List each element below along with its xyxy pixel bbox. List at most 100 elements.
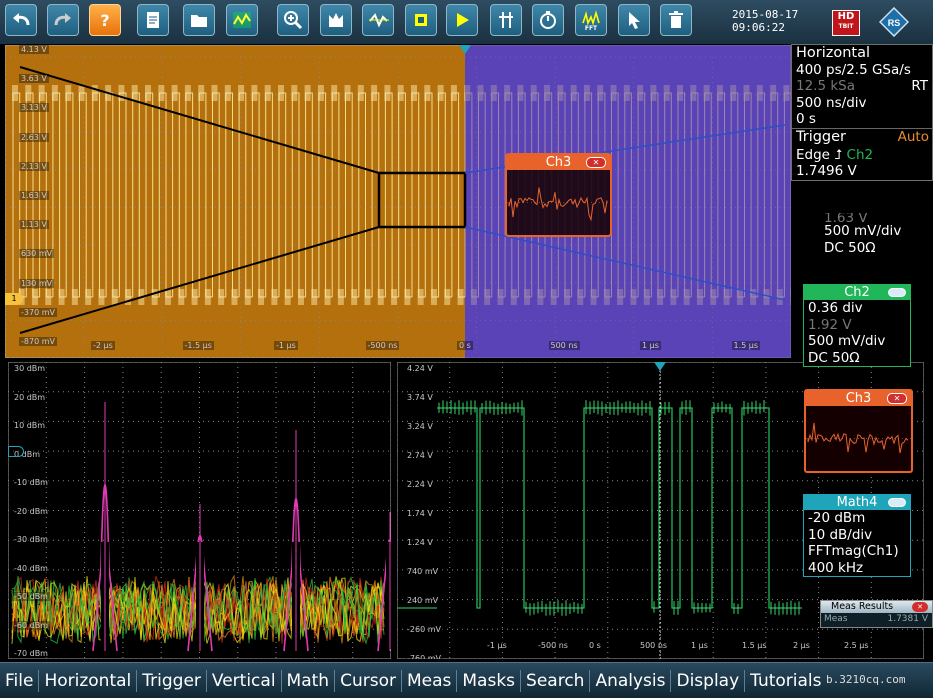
x-axis-tick-label: 2 µs [791,641,812,650]
menu-tutorials[interactable]: Tutorials [745,670,826,692]
pointer-button[interactable] [618,4,650,36]
rohde-schwarz-logo[interactable]: RS [879,7,909,37]
trigger-level: 1.7496 V [796,163,857,179]
fft-spectrum-panel[interactable]: 30 dBm 20 dBm 10 dBm 0 dBm -10 dBm -20 dBm -30… [8,362,391,659]
cursor-measure-button[interactable] [490,4,522,36]
trigger-position-marker[interactable] [459,45,471,54]
menu-vertical[interactable]: Vertical [207,669,282,692]
pointer-icon [629,12,640,29]
meas-results-box[interactable]: Meas Results ✕ Meas 1.7381 V [820,600,933,628]
trigger-mode: Auto [897,128,929,145]
ch3-overlay-title: Ch3 [545,155,572,170]
y-axis-tick-label: -260 mV [405,625,443,634]
x-axis-tick-label: -500 ns [536,641,570,650]
play-icon [457,13,469,27]
menu-analysis[interactable]: Analysis [590,669,672,692]
mask-button[interactable] [362,4,394,36]
math4-minimize-icon[interactable] [888,498,906,507]
x-axis-tick-label: -1 µs [485,641,509,650]
y-axis-tick-label: 20 dBm [12,392,48,402]
ch2-minimize-icon[interactable] [888,288,906,297]
math4-marker[interactable] [8,446,24,457]
math4-level: -20 dBm [808,510,866,526]
menu-cursor[interactable]: Cursor [335,669,402,692]
meas-results-label: Meas [824,614,848,624]
trigger-source: Ch2 [846,146,874,163]
horizontal-title: Horizontal [796,45,871,61]
open-file-button[interactable] [183,4,215,36]
y-axis-tick-label: 30 dBm [12,364,48,373]
rising-edge-icon: ⮥ [834,146,843,163]
y-axis-tick-label: 2.74 V [405,451,435,460]
math4-expr: FFTmag(Ch1) [808,543,899,559]
zoom-button[interactable] [277,4,309,36]
meas-results-row: Meas 1.7381 V [821,613,932,626]
undo-button[interactable] [5,4,37,36]
history-button[interactable] [320,4,352,36]
report-button[interactable] [137,4,169,36]
math4-info-box[interactable]: Math4 -20 dBm 10 dB/div FFTmag(Ch1) 400 … [803,494,911,577]
x-axis-tick-label: -1.5 µs [182,341,214,350]
ch2-div: 0.36 div [808,300,863,316]
menu-horizontal[interactable]: Horizontal [39,669,138,692]
math4-scale: 10 dB/div [808,526,873,543]
ch3-overlay-close-icon[interactable]: ✕ [586,157,606,168]
x-axis-tick-label: 1.5 µs [731,341,761,350]
x-axis-tick-label: 0 s [457,341,473,350]
chip-icon [415,14,427,26]
ch3-title: Ch3 [845,391,872,406]
y-axis-tick-label: 1.13 V [19,220,49,230]
ch2-info-box[interactable]: Ch2 0.36 div 1.92 V 500 mV/div DC 50Ω [803,284,911,367]
trigger-header: Trigger Auto [792,127,932,147]
menu-meas[interactable]: Meas [402,669,458,692]
meas-results-title: Meas Results [831,601,894,612]
trigger-title: Trigger [796,128,847,145]
menu-masks[interactable]: Masks [457,669,522,692]
horizontal-mode: RT [911,78,928,94]
y-axis-tick-label: -60 dBm [12,620,50,630]
waveform-button[interactable] [226,4,258,36]
horizontal-position: 0 s [796,111,816,127]
top-waveform-panel[interactable]: 4.13 V 3.63 V 3.13 V 2.63 V 2.13 V 1.63 V 1.13… [5,45,791,358]
time-text: 09:06:22 [732,21,785,34]
date-text: 2015-08-17 [732,8,799,21]
ch1-info-box[interactable]: 1.63 V 500 mV/div DC 50Ω [819,212,911,262]
hd-badge[interactable]: HD TBIT [832,10,860,36]
y-axis-tick-label: 1.24 V [405,538,435,547]
ch1-offset: 1.63 V [824,213,868,223]
ch3-trace [807,422,909,454]
screen-capture-button[interactable] [405,4,437,36]
help-button[interactable]: ? [89,4,121,36]
redo-button[interactable] [47,4,79,36]
ch2-trigger-marker[interactable] [654,362,666,371]
y-axis-tick-label: 1.63 V [19,191,49,200]
delete-button[interactable] [660,4,692,36]
fft-button[interactable]: FFT [575,4,607,36]
ch3-overlay-window[interactable]: Ch3 ✕ [505,153,612,237]
zoom-source-region [5,45,465,358]
y-axis-tick-label: -370 mV [19,307,57,317]
menu-math[interactable]: Math [282,669,336,692]
ch3-overlay-trace [507,187,610,222]
x-axis-tick-label: 1 µs [640,341,661,350]
ch1-marker[interactable]: 1 [5,293,23,305]
ch2-title: Ch2 [844,285,870,300]
meas-results-close-icon[interactable]: ✕ [912,602,928,612]
ch3-info-box[interactable]: Ch3 ✕ [804,389,913,473]
y-axis-tick-label: -870 mV [19,337,57,346]
menu-file[interactable]: File [0,669,40,692]
horizontal-record: 12.5 kSa [796,78,856,94]
top-waveform-canvas [5,45,791,358]
timer-button[interactable] [532,4,564,36]
menu-search[interactable]: Search [521,669,591,692]
y-axis-tick-label: -70 dBm [12,649,50,658]
menu-display[interactable]: Display [671,669,746,692]
horizontal-scale: 500 ns/div [796,94,867,111]
play-button[interactable] [446,4,478,36]
redo-arrow-icon [54,13,71,26]
svg-text:FFT: FFT [585,25,598,31]
ch3-close-icon[interactable]: ✕ [887,393,907,404]
menu-trigger[interactable]: Trigger [137,669,207,692]
y-axis-tick-label: 2.63 V [19,132,49,142]
horizontal-info-box[interactable]: Horizontal 400 ps/2.5 GSa/s 12.5 kSa RT … [791,44,933,181]
